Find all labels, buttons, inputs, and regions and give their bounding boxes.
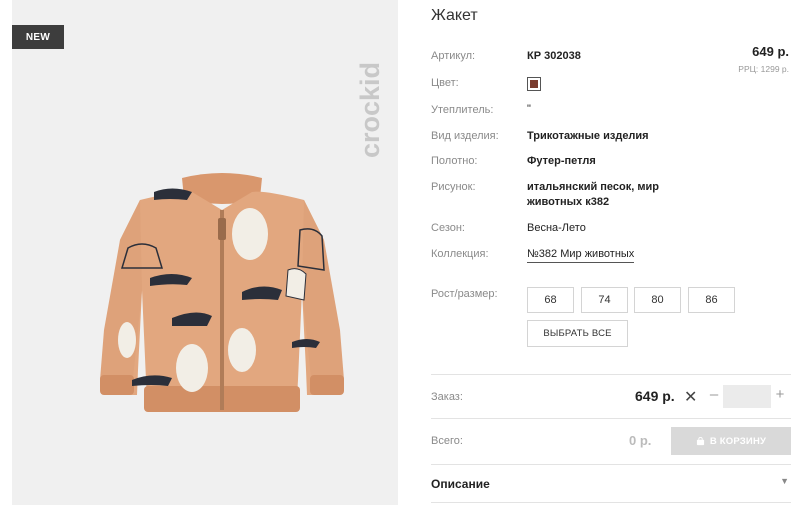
season-label: Сезон: xyxy=(431,222,465,234)
item-type-label: Вид изделия: xyxy=(431,130,499,142)
article-value: КР 302038 xyxy=(527,50,581,62)
size-option-86[interactable]: 86 xyxy=(688,287,735,313)
size-label: Рост/размер: xyxy=(431,288,498,300)
product-title: Жакет xyxy=(431,7,478,24)
divider xyxy=(431,374,791,375)
quantity-increment-button[interactable]: + xyxy=(773,386,787,403)
new-badge: NEW xyxy=(12,25,64,49)
cart-button-label: В КОРЗИНУ xyxy=(709,435,767,447)
price: 649 р. xyxy=(752,44,789,59)
rrp-price: РРЦ: 1299 р. xyxy=(738,64,789,74)
collection-value: №382 Мир животных xyxy=(527,247,635,263)
add-to-cart-button[interactable]: В КОРЗИНУ xyxy=(671,427,791,455)
cart-icon xyxy=(696,436,704,445)
order-label: Заказ: xyxy=(431,391,463,403)
brand-watermark: crockid xyxy=(355,62,385,158)
chevron-down-icon[interactable]: ▼ xyxy=(780,476,789,486)
size-option-80[interactable]: 80 xyxy=(634,287,681,313)
divider xyxy=(431,464,791,465)
divider xyxy=(431,502,791,503)
pattern-label: Рисунок: xyxy=(431,181,476,193)
season-value: Весна-Лето xyxy=(527,222,586,234)
color-label: Цвет: xyxy=(431,77,459,89)
pattern-value-line2: животных к382 xyxy=(527,196,610,208)
brand-text: crockid xyxy=(355,62,385,158)
color-swatch[interactable] xyxy=(527,77,541,91)
collection-label: Коллекция: xyxy=(431,248,489,260)
fabric-value: Футер-петля xyxy=(527,155,596,167)
pattern-value-line1: итальянский песок, мир xyxy=(527,181,659,193)
jacket-photo xyxy=(100,173,344,412)
item-type-value: Трикотажные изделия xyxy=(527,130,649,142)
product-info: Жакет Артикул: КР 302038 649 р. РРЦ: 129… xyxy=(431,0,791,505)
article-label: Артикул: xyxy=(431,50,476,62)
product-image-panel[interactable]: NEW crockid xyxy=(12,0,398,505)
order-price: 649 р. xyxy=(635,388,675,404)
description-toggle[interactable]: Описание xyxy=(431,477,490,491)
insulation-label: Утеплитель: xyxy=(431,104,494,116)
fabric-label: Полотно: xyxy=(431,155,478,167)
size-option-74[interactable]: 74 xyxy=(581,287,628,313)
size-option-68[interactable]: 68 xyxy=(527,287,574,313)
divider xyxy=(431,418,791,419)
insulation-value: " xyxy=(527,103,531,115)
quantity-decrement-button[interactable]: – xyxy=(707,386,721,403)
total-label: Всего: xyxy=(431,435,463,447)
total-value: 0 р. xyxy=(629,433,652,448)
select-all-sizes-button[interactable]: ВЫБРАТЬ ВСЕ xyxy=(527,320,628,347)
multiply-icon: ✕ xyxy=(684,389,698,406)
collection-link[interactable]: №382 Мир животных xyxy=(527,248,635,263)
color-swatch-fill xyxy=(530,80,538,88)
quantity-input[interactable] xyxy=(723,385,771,408)
